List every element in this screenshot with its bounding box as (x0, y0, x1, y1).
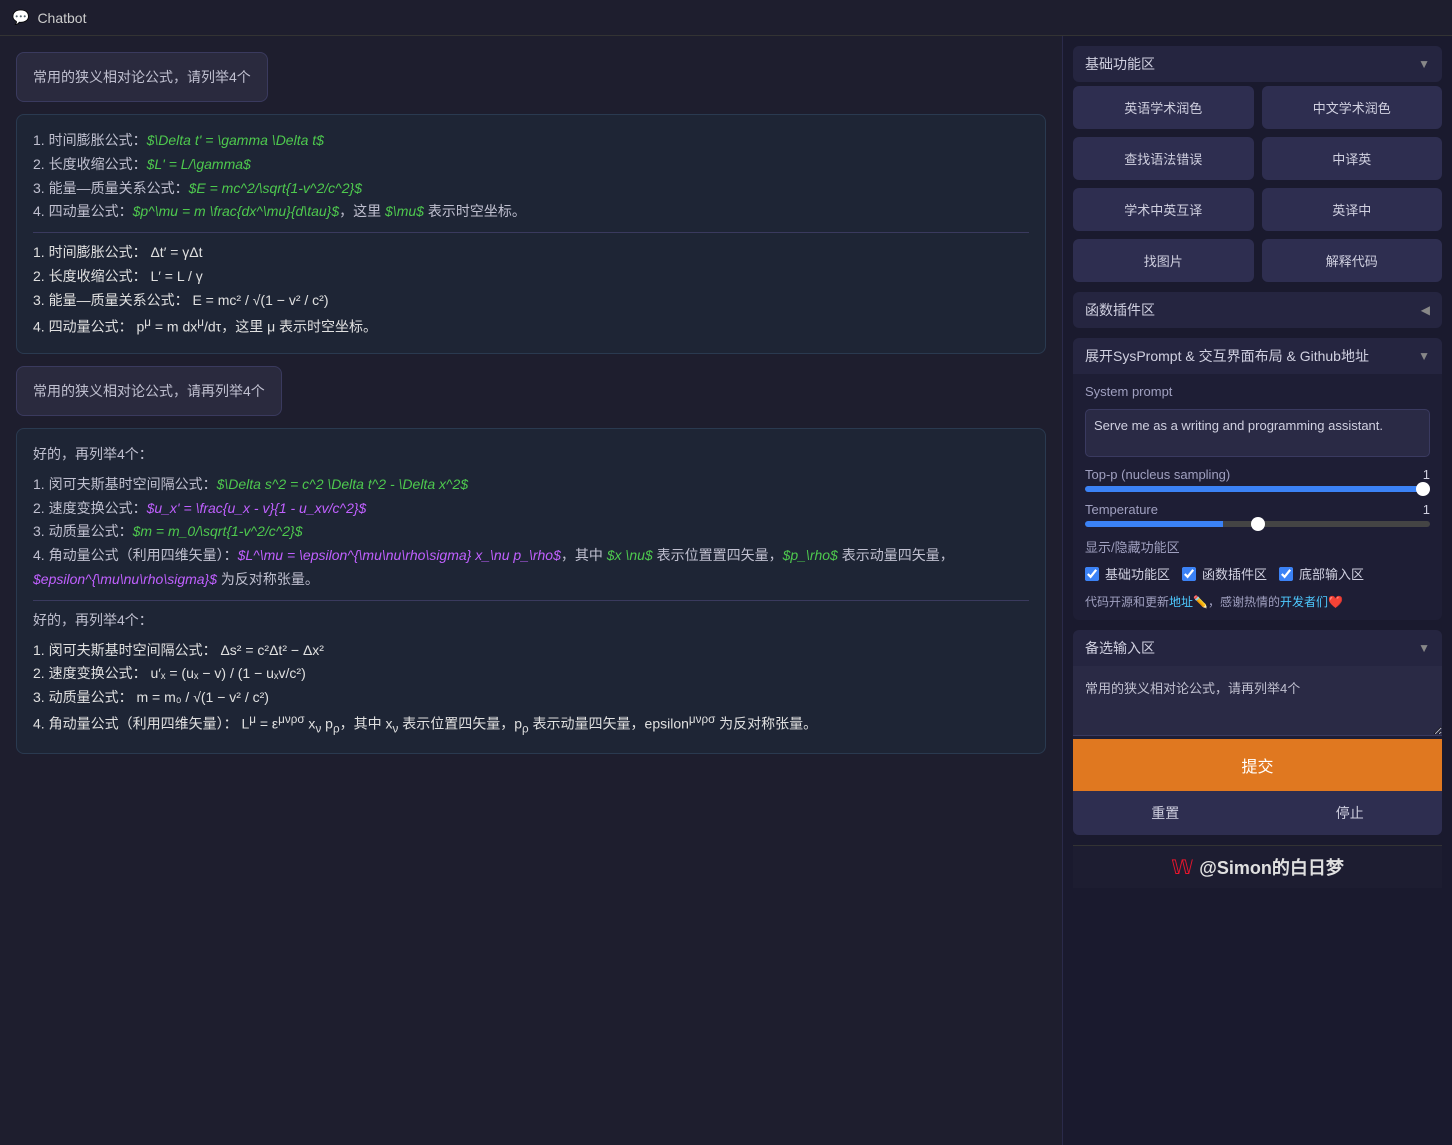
contributors-link[interactable]: 开发者们 (1280, 595, 1328, 609)
user-message-1: 常用的狭义相对论公式，请列举4个 (16, 52, 268, 102)
checkbox-bottom[interactable]: 底部输入区 (1279, 564, 1364, 583)
app-title: Chatbot (37, 10, 86, 26)
visibility-section: 显示/隐藏功能区 基础功能区 函数插件区 底部输入区 (1085, 537, 1430, 583)
open-source-row: 代码开源和更新地址✏️，感谢热情的开发者们❤️ (1085, 593, 1430, 610)
sysprompt-header[interactable]: 展开SysPrompt & 交互界面布局 & Github地址 ▼ (1073, 338, 1442, 374)
top-p-value: 1 (1423, 467, 1430, 482)
user-message-2: 常用的狭义相对论公式，请再列举4个 (16, 366, 282, 416)
temperature-slider[interactable] (1085, 521, 1430, 527)
submit-button[interactable]: 提交 (1073, 739, 1442, 791)
visibility-label: 显示/隐藏功能区 (1085, 537, 1430, 556)
temperature-label: Temperature (1085, 502, 1158, 517)
open-source-link[interactable]: 地址 (1169, 595, 1193, 609)
system-prompt-input[interactable]: Serve me as a writing and programming as… (1085, 409, 1430, 457)
weibo-icon: 𝕎 (1171, 855, 1193, 880)
checkbox-basic[interactable]: 基础功能区 (1085, 564, 1170, 583)
top-bar: 💬 Chatbot (0, 0, 1452, 36)
basic-functions-header[interactable]: 基础功能区 ▼ (1073, 46, 1442, 82)
btn-en-to-zh[interactable]: 英译中 (1262, 188, 1443, 231)
btn-explain-code[interactable]: 解释代码 (1262, 239, 1443, 282)
chatbot-icon: 💬 (12, 9, 29, 26)
stop-button[interactable]: 停止 (1258, 791, 1443, 835)
btn-academic-translate[interactable]: 学术中英互译 (1073, 188, 1254, 231)
checkbox-plugin[interactable]: 函数插件区 (1182, 564, 1267, 583)
btn-grammar-check[interactable]: 查找语法错误 (1073, 137, 1254, 180)
sysprompt-arrow: ▼ (1418, 349, 1430, 363)
btn-chinese-polish[interactable]: 中文学术润色 (1262, 86, 1443, 129)
reset-button[interactable]: 重置 (1073, 791, 1258, 835)
watermark-text: @Simon的白日梦 (1199, 854, 1344, 880)
plugin-arrow: ◀ (1421, 303, 1430, 317)
temperature-row: Temperature 1 (1085, 502, 1430, 527)
alternate-input[interactable]: 常用的狭义相对论公式，请再列举4个 (1073, 666, 1442, 736)
top-p-slider[interactable] (1085, 486, 1430, 492)
btn-zh-to-en[interactable]: 中译英 (1262, 137, 1443, 180)
alternate-arrow: ▼ (1418, 641, 1430, 655)
checkbox-bottom-input[interactable] (1279, 567, 1293, 581)
btn-find-image[interactable]: 找图片 (1073, 239, 1254, 282)
top-p-row: Top-p (nucleus sampling) 1 (1085, 467, 1430, 492)
checkbox-plugin-input[interactable] (1182, 567, 1196, 581)
basic-functions-grid: 英语学术润色 中文学术润色 查找语法错误 中译英 学术中英互译 英译中 找图片 … (1073, 86, 1442, 282)
temperature-value: 1 (1423, 502, 1430, 517)
basic-functions-arrow: ▼ (1418, 57, 1430, 71)
alternate-header[interactable]: 备选输入区 ▼ (1073, 630, 1442, 666)
system-prompt-label: System prompt (1085, 384, 1430, 399)
sysprompt-section: 展开SysPrompt & 交互界面布局 & Github地址 ▼ System… (1073, 338, 1442, 620)
main-layout: 常用的狭义相对论公式，请列举4个 1. 时间膨胀公式：$\Delta t' = … (0, 36, 1452, 1145)
basic-functions-section: 基础功能区 ▼ 英语学术润色 中文学术润色 查找语法错误 中译英 学术中英互译 … (1073, 46, 1442, 282)
btn-english-polish[interactable]: 英语学术润色 (1073, 86, 1254, 129)
plugin-section[interactable]: 函数插件区 ◀ (1073, 292, 1442, 328)
assistant-message-1: 1. 时间膨胀公式：$\Delta t' = \gamma \Delta t$ … (16, 114, 1046, 354)
watermark-bar: 𝕎 @Simon的白日梦 (1073, 845, 1442, 888)
sysprompt-body: System prompt Serve me as a writing and … (1073, 374, 1442, 620)
sidebar: 基础功能区 ▼ 英语学术润色 中文学术润色 查找语法错误 中译英 学术中英互译 … (1062, 36, 1452, 1145)
assistant-message-2: 好的，再列举4个： 1. 闵可夫斯基时空间隔公式：$\Delta s^2 = c… (16, 428, 1046, 754)
checkbox-basic-input[interactable] (1085, 567, 1099, 581)
bottom-buttons: 重置 停止 (1073, 791, 1442, 835)
top-p-label: Top-p (nucleus sampling) (1085, 467, 1230, 482)
chat-panel: 常用的狭义相对论公式，请列举4个 1. 时间膨胀公式：$\Delta t' = … (0, 36, 1062, 1145)
alternate-section: 备选输入区 ▼ 常用的狭义相对论公式，请再列举4个 提交 重置 停止 (1073, 630, 1442, 835)
